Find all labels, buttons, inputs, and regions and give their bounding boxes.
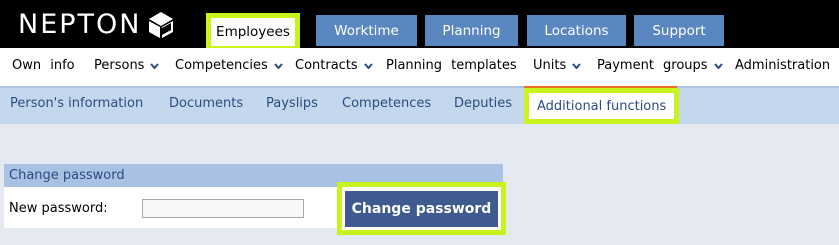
change-password-button[interactable]: Change password xyxy=(345,191,498,227)
subtab-persons-information[interactable]: Person's information xyxy=(10,96,143,111)
subtab-deputies[interactable]: Deputies xyxy=(454,96,512,111)
tab-worktime-label: Worktime xyxy=(334,22,399,39)
subtab-persons-information-label: Person's information xyxy=(10,96,144,111)
chevron-down-icon xyxy=(150,62,160,69)
subtab-payslips[interactable]: Payslips xyxy=(266,96,318,111)
menu-payment-groups-label: Payment groups xyxy=(597,58,708,73)
brand-logo[interactable]: NEPTON xyxy=(18,10,175,40)
tab-locations[interactable]: Locations xyxy=(527,15,626,46)
menu-units-label: Units xyxy=(533,58,567,73)
tab-support[interactable]: Support xyxy=(634,15,724,46)
top-bar: NEPTON Employees Worktime Planning Locat… xyxy=(0,0,839,51)
tab-planning[interactable]: Planning xyxy=(425,15,518,46)
menu-planning-templates[interactable]: Planning templates xyxy=(386,58,517,73)
new-password-label: New password: xyxy=(9,201,108,216)
subtab-competences-label: Competences xyxy=(342,96,432,111)
menu-payment-groups[interactable]: Payment groups xyxy=(597,58,723,73)
tab-support-label: Support xyxy=(652,22,706,39)
menu-persons-label: Persons xyxy=(94,58,145,73)
chevron-down-icon xyxy=(572,62,582,69)
menu-own-info[interactable]: Own info xyxy=(12,58,75,73)
subtab-competences[interactable]: Competences xyxy=(342,96,431,111)
tab-employees[interactable]: Employees xyxy=(206,13,300,51)
new-password-input[interactable] xyxy=(142,199,304,218)
chevron-down-icon xyxy=(363,62,373,69)
menu-competencies-label: Competencies xyxy=(175,58,268,73)
secondary-menu: Own info Persons Competencies Contracts … xyxy=(0,48,839,86)
subtab-additional-functions-label: Additional functions xyxy=(537,98,667,114)
menu-administration[interactable]: Administration xyxy=(735,58,830,73)
menu-units[interactable]: Units xyxy=(533,58,582,73)
menu-competencies[interactable]: Competencies xyxy=(175,58,283,73)
menu-planning-templates-label: Planning templates xyxy=(386,58,517,73)
chevron-down-icon xyxy=(274,62,283,69)
menu-contracts-label: Contracts xyxy=(295,58,358,73)
menu-administration-label: Administration xyxy=(735,58,831,73)
subtab-documents[interactable]: Documents xyxy=(169,96,243,111)
menu-contracts[interactable]: Contracts xyxy=(295,58,373,73)
tab-planning-label: Planning xyxy=(442,22,501,39)
tab-worktime[interactable]: Worktime xyxy=(316,15,417,46)
subtab-payslips-label: Payslips xyxy=(266,96,318,111)
tab-employees-label: Employees xyxy=(216,24,290,40)
nepton-cube-logo-icon xyxy=(149,12,174,38)
subtab-documents-label: Documents xyxy=(169,96,244,111)
brand-name: NEPTON xyxy=(18,9,142,40)
menu-persons[interactable]: Persons xyxy=(94,58,160,73)
sub-tab-divider xyxy=(0,86,839,88)
menu-own-info-label: Own info xyxy=(12,58,75,73)
subtab-additional-functions[interactable]: Additional functions xyxy=(524,88,680,124)
subtab-deputies-label: Deputies xyxy=(454,96,512,111)
tab-locations-label: Locations xyxy=(544,22,609,39)
chevron-down-icon xyxy=(713,62,723,69)
